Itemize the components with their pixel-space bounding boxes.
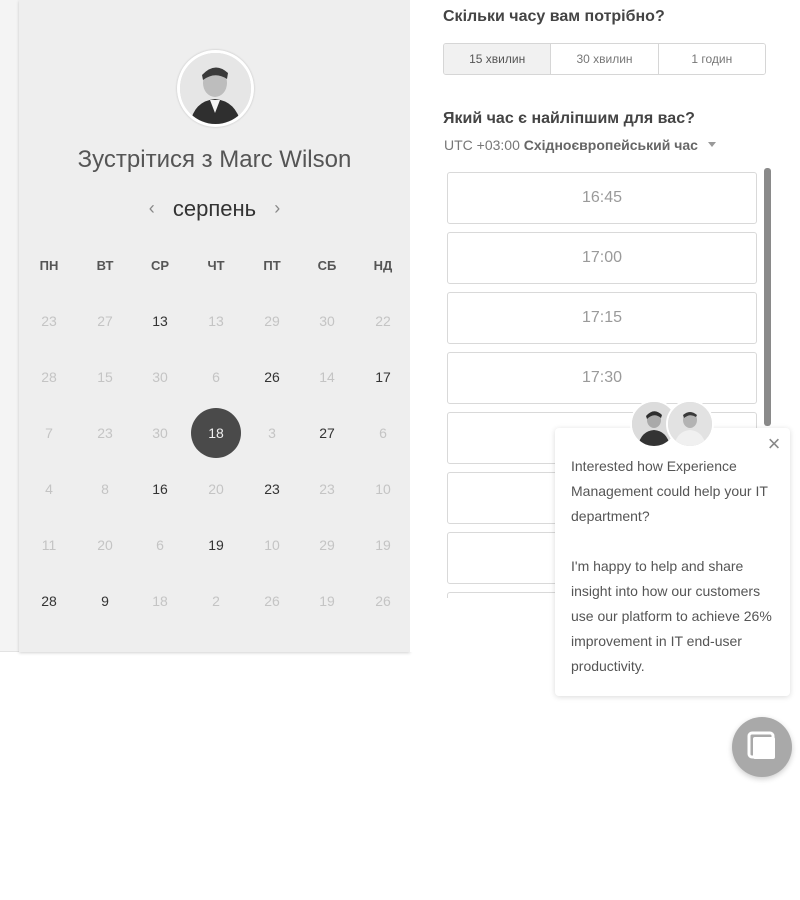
caret-down-icon: [707, 142, 716, 147]
calendar-day-available[interactable]: 13: [132, 306, 188, 336]
calendar-day: 23: [319, 481, 335, 497]
weekday-label: ПН: [39, 258, 59, 273]
calendar-day: 23: [41, 313, 57, 329]
calendar-day: 6: [212, 369, 220, 385]
calendar-day: 30: [319, 313, 335, 329]
agent-avatar-2: [666, 400, 714, 448]
person-icon: [180, 53, 251, 124]
timezone-name: Східноєвропейський час: [523, 137, 698, 153]
host-avatar: [177, 50, 254, 127]
duration-selector: 15 хвилин 30 хвилин 1 годин: [443, 43, 766, 75]
calendar-day-available[interactable]: 27: [299, 418, 355, 448]
calendar-day-selected[interactable]: 18: [191, 408, 241, 458]
calendar-day-available[interactable]: 19: [188, 530, 244, 560]
calendar-card: Зустрітися з Marc Wilson ‹ серпень › ПН В…: [19, 0, 410, 652]
calendar-day: 18: [152, 593, 168, 609]
close-icon[interactable]: ×: [764, 433, 784, 455]
calendar-day: 10: [375, 481, 391, 497]
calendar-day: 30: [152, 369, 168, 385]
month-label: серпень: [172, 196, 257, 221]
calendar-day-available[interactable]: 23: [244, 474, 300, 504]
calendar-day: 14: [319, 369, 335, 385]
weekday-label: НД: [373, 258, 393, 273]
calendar-day: 10: [264, 537, 280, 553]
calendar-day: 6: [379, 425, 387, 441]
time-slot[interactable]: 17:15: [447, 292, 757, 344]
calendar-day: 6: [156, 537, 164, 553]
duration-option[interactable]: 15 хвилин: [444, 44, 552, 74]
calendar-day: 19: [375, 537, 391, 553]
weekday-label: ВТ: [96, 258, 114, 273]
calendar-day: 23: [97, 425, 113, 441]
chat-bubble-icon: [747, 731, 775, 759]
calendar-day: 13: [208, 313, 224, 329]
calendar-day-available[interactable]: 16: [132, 474, 188, 504]
calendar-day: 20: [208, 481, 224, 497]
person-icon: [668, 402, 712, 446]
weekday-label: СР: [150, 258, 170, 273]
calendar-day: 19: [319, 593, 335, 609]
calendar-day: 3: [268, 425, 276, 441]
calendar-day: 27: [97, 313, 113, 329]
calendar-day-available[interactable]: 9: [77, 586, 133, 616]
calendar-day: 2: [212, 593, 220, 609]
calendar-day: 7: [45, 425, 53, 441]
duration-option[interactable]: 1 годин: [658, 44, 765, 74]
timezone-dropdown[interactable]: UTC +03:00 Східноєвропейський час: [444, 137, 716, 153]
time-question: Який час є найліпшим для вас?: [443, 110, 695, 127]
calendar-day: 29: [264, 313, 280, 329]
duration-option[interactable]: 30 хвилин: [551, 44, 659, 74]
chevron-right-icon[interactable]: ›: [262, 198, 292, 219]
weekday-label: ЧТ: [207, 258, 225, 273]
time-slot[interactable]: 17:30: [447, 352, 757, 404]
calendar-day-available[interactable]: 17: [355, 362, 411, 392]
chat-launcher-button[interactable]: [732, 717, 792, 777]
chevron-left-icon[interactable]: ‹: [137, 198, 167, 219]
calendar-day: 4: [45, 481, 53, 497]
calendar-day: 11: [41, 537, 57, 553]
meeting-title: Зустрітися з Marc Wilson: [77, 146, 352, 173]
calendar-day: 8: [101, 481, 109, 497]
calendar-day: 29: [319, 537, 335, 553]
month-navigation: ‹ серпень ›: [19, 196, 410, 222]
time-slot[interactable]: 16:45: [447, 172, 757, 224]
weekday-label: ПТ: [263, 258, 281, 273]
chat-message: Interested how Experience Management cou…: [571, 458, 772, 674]
duration-question: Скільки часу вам потрібно?: [443, 8, 665, 25]
calendar-day-available[interactable]: 28: [21, 586, 77, 616]
timezone-offset: UTC +03:00: [444, 137, 520, 153]
time-slot[interactable]: 17:00: [447, 232, 757, 284]
calendar-day: 28: [41, 369, 57, 385]
calendar-day-available[interactable]: 26: [244, 362, 300, 392]
chat-popup: × Interested how Experience Management c…: [555, 428, 790, 696]
calendar-day: 26: [375, 593, 391, 609]
calendar-day: 30: [152, 425, 168, 441]
calendar-day: 22: [375, 313, 391, 329]
calendar-day: 26: [264, 593, 280, 609]
calendar-day: 15: [97, 369, 113, 385]
calendar-day: 20: [97, 537, 113, 553]
slot-list-scrollbar[interactable]: [764, 168, 771, 426]
weekday-label: СБ: [317, 258, 337, 273]
